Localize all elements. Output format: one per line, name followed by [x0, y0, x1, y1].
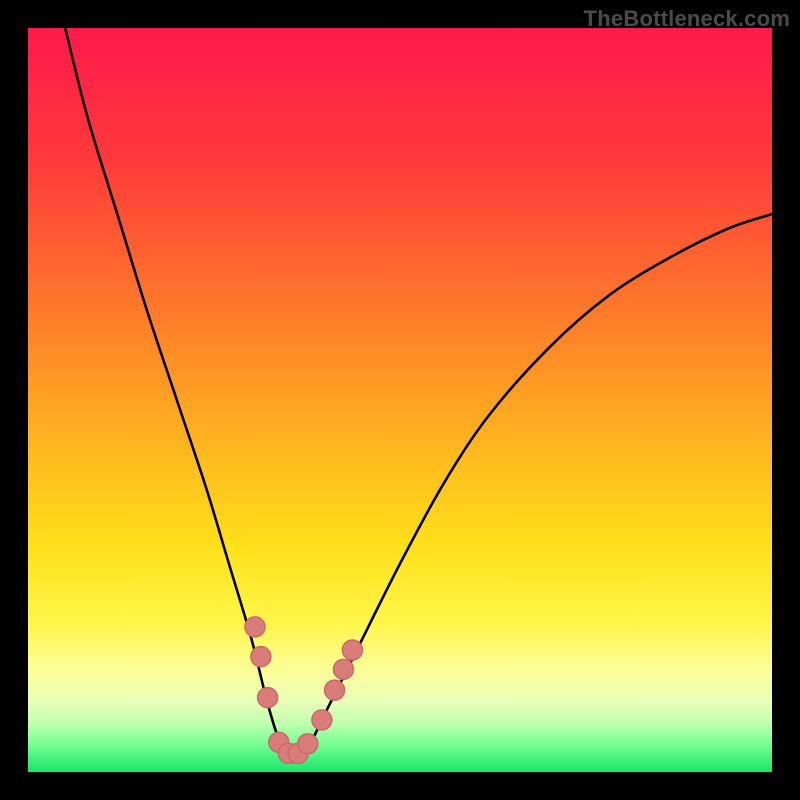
outer-frame: TheBottleneck.com: [0, 0, 800, 800]
curve-marker: [342, 640, 362, 660]
curve-marker: [245, 617, 265, 637]
curve-marker: [312, 710, 332, 730]
curve-marker: [298, 734, 318, 754]
curve-marker: [258, 688, 278, 708]
plot-area: [28, 28, 772, 772]
bottleneck-curve: [65, 28, 772, 755]
curve-marker: [333, 659, 353, 679]
curve-marker: [251, 647, 271, 667]
watermark-text: TheBottleneck.com: [584, 6, 790, 32]
curve-layer: [28, 28, 772, 772]
curve-markers: [245, 617, 362, 763]
curve-marker: [325, 680, 345, 700]
